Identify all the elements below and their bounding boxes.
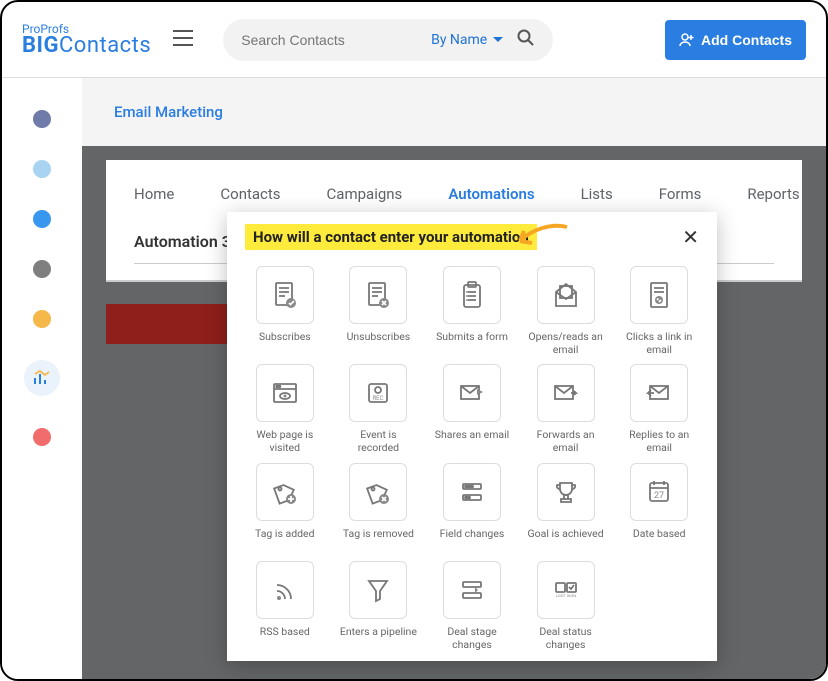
- rail-dot-4[interactable]: [33, 260, 51, 278]
- trigger-replies-email[interactable]: Replies to an email: [619, 364, 699, 454]
- fields-icon: [455, 475, 489, 509]
- close-icon[interactable]: ✕: [682, 225, 699, 249]
- funnel-icon: [361, 573, 395, 607]
- tag-x-icon: [361, 475, 395, 509]
- rec-icon: REC: [361, 376, 395, 410]
- rail-dot-1[interactable]: [33, 110, 51, 128]
- document-x-icon: [361, 278, 395, 312]
- envelope-reply-icon: [642, 376, 676, 410]
- trigger-event-recorded[interactable]: REC Event is recorded: [339, 364, 419, 454]
- trigger-shares-email[interactable]: Shares an email: [432, 364, 512, 454]
- trigger-submits-form[interactable]: Submits a form: [432, 266, 512, 356]
- search-input[interactable]: [241, 32, 361, 48]
- trigger-date-based[interactable]: 27 Date based: [619, 463, 699, 553]
- trigger-deal-stage[interactable]: Deal stage changes: [432, 561, 512, 651]
- trigger-forwards-email[interactable]: Forwards an email: [526, 364, 606, 454]
- document-check-icon: [268, 278, 302, 312]
- annotation-arrow-icon: [512, 219, 572, 259]
- tab-reports[interactable]: Reports: [747, 185, 799, 203]
- calendar-icon: 27: [642, 475, 676, 509]
- top-bar: ProProfs BIGContacts By Name Add Contact…: [2, 2, 826, 78]
- svg-text:27: 27: [654, 491, 664, 501]
- trigger-webpage-visited[interactable]: Web page is visited: [245, 364, 325, 454]
- logo-big: BIGContacts: [22, 35, 151, 57]
- clipboard-icon: [455, 278, 489, 312]
- trigger-rss-based[interactable]: RSS based: [245, 561, 325, 651]
- caret-down-icon: [493, 37, 503, 43]
- stage-change-icon: [455, 573, 489, 607]
- modal-header: How will a contact enter your automation…: [245, 222, 699, 252]
- tag-plus-icon: [268, 475, 302, 509]
- open-envelope-icon: [549, 278, 583, 312]
- svg-text:LOST: LOST: [555, 593, 565, 598]
- hamburger-icon[interactable]: [173, 30, 193, 50]
- envelope-forward-icon: [549, 376, 583, 410]
- tab-automations[interactable]: Automations: [448, 185, 534, 203]
- trigger-field-changes[interactable]: Field changes: [432, 463, 512, 553]
- left-rail: [2, 78, 82, 679]
- svg-text:REC: REC: [373, 395, 384, 402]
- document-link-icon: [642, 278, 676, 312]
- trigger-clicks-link[interactable]: Clicks a link in email: [619, 266, 699, 356]
- rail-dot-3[interactable]: [33, 210, 51, 228]
- trigger-grid: Subscribes Unsubscribes Submits a form O…: [245, 266, 699, 651]
- modal-title: How will a contact enter your automation: [245, 224, 537, 250]
- app-frame: ProProfs BIGContacts By Name Add Contact…: [0, 0, 828, 681]
- tab-home[interactable]: Home: [134, 185, 174, 203]
- trigger-tag-removed[interactable]: Tag is removed: [339, 463, 419, 553]
- tabs: Home Contacts Campaigns Automations List…: [134, 176, 774, 212]
- trigger-enters-pipeline[interactable]: Enters a pipeline: [339, 561, 419, 651]
- rail-dot-2[interactable]: [33, 160, 51, 178]
- search-bar: By Name: [223, 19, 553, 61]
- rail-dot-7[interactable]: [33, 428, 51, 446]
- chart-icon: [32, 368, 52, 388]
- trigger-opens-email[interactable]: Opens/reads an email: [526, 266, 606, 356]
- search-icon[interactable]: [517, 29, 535, 51]
- rss-icon: [268, 573, 302, 607]
- trophy-icon: [549, 475, 583, 509]
- page-title: Email Marketing: [114, 103, 223, 121]
- trigger-subscribes[interactable]: Subscribes: [245, 266, 325, 356]
- envelope-share-icon: [455, 376, 489, 410]
- svg-text:WON: WON: [567, 593, 576, 598]
- logo: ProProfs BIGContacts: [22, 23, 151, 57]
- status-change-icon: LOSTWON: [549, 573, 583, 607]
- search-filter-dropdown[interactable]: By Name: [431, 32, 503, 48]
- browser-eye-icon: [268, 376, 302, 410]
- tab-campaigns[interactable]: Campaigns: [327, 185, 403, 203]
- tab-forms[interactable]: Forms: [659, 185, 702, 203]
- add-contacts-button[interactable]: Add Contacts: [665, 20, 806, 60]
- tab-contacts[interactable]: Contacts: [220, 185, 280, 203]
- trigger-goal-achieved[interactable]: Goal is achieved: [526, 463, 606, 553]
- add-user-icon: [679, 32, 695, 48]
- page-title-bar: Email Marketing: [82, 78, 826, 146]
- rail-dot-5[interactable]: [33, 310, 51, 328]
- tab-lists[interactable]: Lists: [581, 185, 613, 203]
- rail-reports[interactable]: [24, 360, 60, 396]
- trigger-tag-added[interactable]: Tag is added: [245, 463, 325, 553]
- trigger-unsubscribes[interactable]: Unsubscribes: [339, 266, 419, 356]
- trigger-deal-status[interactable]: LOSTWON Deal status changes: [526, 561, 606, 651]
- trigger-modal: How will a contact enter your automation…: [227, 212, 717, 661]
